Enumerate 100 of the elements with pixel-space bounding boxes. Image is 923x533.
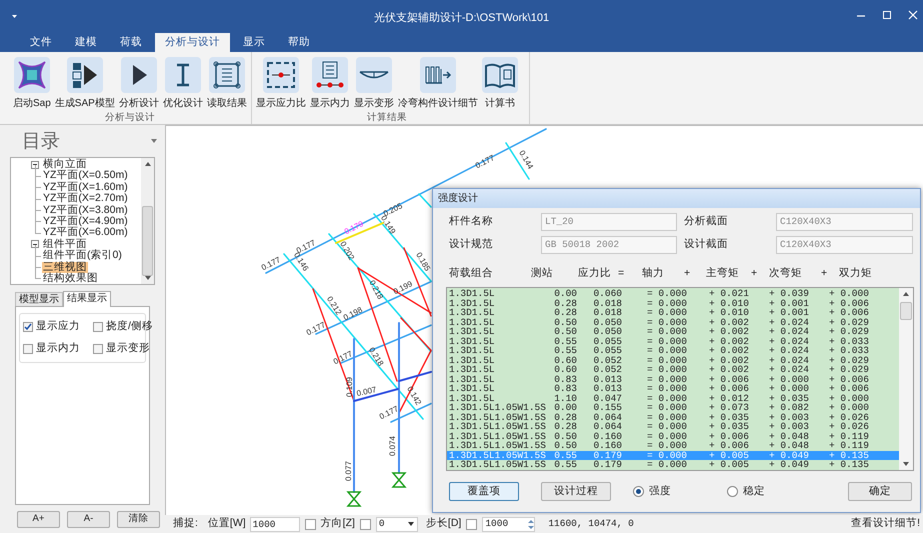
table-row[interactable]: 1.3D1.5L1.05W1.5S 0.28 0.064 = 0.000 + 0.035 + 0.003 + 0.026 (447, 412, 899, 422)
table-cell-text: 0.052 (592, 365, 622, 374)
table-cell-text: 0.064 (592, 412, 622, 422)
member-label: 0.198 (342, 305, 364, 322)
table-cell-text: = 0.000 (647, 336, 688, 346)
tree-item[interactable]: 组件平面 (42, 238, 88, 250)
maximize-icon[interactable] (881, 10, 893, 20)
scrollbar[interactable] (141, 158, 154, 284)
panel-tab[interactable]: 结果显示 (63, 291, 111, 307)
menu-tab[interactable]: 帮助 (278, 33, 320, 52)
table-cell-text: 0.50 (553, 432, 577, 441)
close-icon[interactable] (907, 10, 919, 20)
table-row[interactable]: 1.3D1.5L1.05W1.5S 0.55 0.179 = 0.000 + 0.005 + 0.049 + 0.135 (447, 460, 899, 470)
ribbon-button[interactable]: 计算书 (480, 57, 519, 112)
ribbon-button[interactable]: 显示内力 (308, 57, 351, 112)
menu-tab[interactable]: 分析与设计 (155, 33, 230, 52)
panel-button[interactable]: A+ (17, 511, 60, 528)
member-label: 0.177 (378, 404, 400, 422)
panel-title: 目录 (22, 132, 60, 150)
table-row[interactable]: 1.3D1.5L 0.60 0.052 = 0.000 + 0.002 + 0.024 + 0.029 (447, 365, 899, 374)
checkbox[interactable] (23, 344, 33, 354)
checkbox[interactable] (93, 344, 103, 354)
radio-button[interactable] (727, 486, 738, 497)
column-header: + (684, 266, 692, 281)
table-cell-text: + 0.000 (829, 403, 870, 412)
table-row[interactable]: 1.3D1.5L 0.55 0.055 = 0.000 + 0.002 + 0.024 + 0.033 (447, 336, 899, 346)
checkbox[interactable] (466, 518, 478, 530)
panel-tab[interactable]: 模型显示 (15, 292, 63, 306)
table-row[interactable]: 1.3D1.5L1.05W1.5S 0.50 0.160 = 0.000 + 0.006 + 0.048 + 0.119 (447, 432, 899, 441)
dialog-button[interactable]: 覆盖项 (449, 482, 519, 501)
table-cell-text: + 0.024 (769, 346, 810, 356)
menu-tab[interactable]: 建模 (65, 33, 107, 52)
scrollbar[interactable] (899, 288, 913, 470)
ribbon-button[interactable]: 启动Sap (12, 57, 52, 112)
ribbon-button[interactable]: 优化设计 (162, 57, 204, 112)
table-row[interactable]: 1.3D1.5L 0.50 0.050 = 0.000 + 0.002 + 0.024 + 0.029 (447, 318, 899, 327)
scroll-thumb[interactable] (142, 206, 153, 276)
position-field[interactable]: 1000 (250, 516, 300, 532)
scroll-up-icon[interactable] (144, 162, 150, 166)
radio-button[interactable] (633, 486, 644, 497)
ok-button[interactable]: 确定 (848, 482, 912, 501)
table-cell-text: + 0.035 (709, 412, 750, 422)
table-row[interactable]: 1.3D1.5L 0.00 0.060 = 0.000 + 0.021 + 0.039 + 0.000 (447, 289, 899, 298)
spinner-icon[interactable] (528, 518, 534, 530)
tree-item[interactable]: YZ平面(X=6.00m) (42, 227, 129, 239)
table-cell-text: 0.050 (592, 318, 622, 327)
table-cell-text: 0.60 (553, 356, 577, 365)
ribbon-button[interactable]: 显示应力比 (254, 57, 307, 112)
dropdown-caret-icon[interactable] (151, 139, 157, 143)
table-row[interactable]: 1.3D1.5L1.05W1.5S 0.50 0.160 = 0.000 + 0.006 + 0.048 + 0.119 (447, 441, 899, 450)
table-row[interactable]: 1.3D1.5L 1.10 0.047 = 0.000 + 0.012 + 0.035 + 0.000 (447, 394, 899, 403)
table-row[interactable]: 1.3D1.5L 0.55 0.055 = 0.000 + 0.002 + 0.024 + 0.033 (447, 346, 899, 356)
scroll-up-icon[interactable] (903, 292, 909, 296)
table-cell-text: 1.3D1.5L1.05W1.5S (448, 422, 547, 432)
radio-label: 稳定 (743, 484, 765, 499)
ribbon-button[interactable]: 冷弯构件设计细节 (396, 57, 479, 112)
panel-button[interactable]: A- (67, 511, 110, 528)
direction-dropdown[interactable]: 0 (376, 516, 418, 532)
collapse-icon[interactable] (31, 240, 39, 248)
tree-item[interactable]: YZ平面(X=3.80m) (42, 204, 129, 216)
table-row[interactable]: 1.3D1.5L 0.50 0.050 = 0.000 + 0.002 + 0.024 + 0.029 (447, 327, 899, 336)
table-row[interactable]: 1.3D1.5L1.05W1.5S 0.00 0.155 = 0.000 + 0.073 + 0.082 + 0.000 (447, 403, 899, 412)
table-cell-text: 0.064 (592, 422, 622, 432)
scroll-thumb[interactable] (900, 302, 912, 320)
table-cell-text: 1.3D1.5L1.05W1.5S (448, 412, 547, 422)
menu-tab[interactable]: 荷载 (110, 33, 152, 52)
ribbon-button[interactable]: 分析设计 (118, 57, 160, 112)
step-field[interactable]: 1000 (482, 516, 536, 532)
tree-item[interactable]: YZ平面(X=1.60m) (42, 182, 129, 194)
checkbox[interactable] (23, 322, 33, 332)
table-row[interactable]: 1.3D1.5L 0.60 0.052 = 0.000 + 0.002 + 0.024 + 0.029 (447, 356, 899, 365)
table-cell-text: = 0.000 (647, 450, 688, 460)
dialog-button[interactable]: 设计过程 (541, 482, 611, 501)
group-label: 分析与设计 (104, 112, 155, 123)
checkbox[interactable] (93, 322, 103, 332)
table-cell-text: + 0.005 (709, 450, 750, 460)
tree-item[interactable]: 横向立面 (42, 159, 88, 170)
scroll-down-icon[interactable] (903, 462, 909, 466)
table-row[interactable]: 1.3D1.5L 0.28 0.018 = 0.000 + 0.010 + 0.001 + 0.006 (447, 298, 899, 308)
checkbox[interactable] (360, 518, 371, 530)
tree-item[interactable]: YZ平面(X=0.50m) (42, 170, 129, 182)
checkbox[interactable] (304, 518, 316, 530)
tree-item[interactable]: YZ平面(X=4.90m) (42, 216, 129, 228)
table-row[interactable]: 1.3D1.5L 0.28 0.018 = 0.000 + 0.010 + 0.001 + 0.006 (447, 308, 899, 318)
collapse-icon[interactable] (31, 160, 39, 169)
panel-button[interactable]: 清除 (117, 511, 160, 528)
tree-item[interactable]: YZ平面(X=2.70m) (42, 193, 129, 205)
menu-tab[interactable]: 文件 (20, 33, 62, 52)
tree-item[interactable]: 三维视图 (42, 262, 88, 273)
tree-item[interactable]: 组件平面(索引0) (42, 250, 123, 262)
table-cell-text: + 0.029 (829, 365, 870, 374)
table-row[interactable]: 1.3D1.5L1.05W1.5S 0.28 0.064 = 0.000 + 0.035 + 0.003 + 0.026 (447, 422, 899, 432)
quick-access-icon[interactable] (12, 14, 17, 19)
ribbon-button[interactable]: 生成SAP模型 (54, 57, 116, 112)
ribbon-button[interactable]: 显示变形 (352, 57, 395, 112)
tree-item[interactable]: 结构效果图 (42, 272, 99, 284)
menu-tab[interactable]: 显示 (233, 33, 275, 52)
ribbon-button[interactable]: 读取结果 (206, 57, 248, 112)
table-row[interactable]: 1.3D1.5L 0.83 0.013 = 0.000 + 0.006 + 0.000 + 0.006 (447, 384, 899, 394)
table-row[interactable]: 1.3D1.5L 0.83 0.013 = 0.000 + 0.006 + 0.000 + 0.006 (447, 374, 899, 384)
